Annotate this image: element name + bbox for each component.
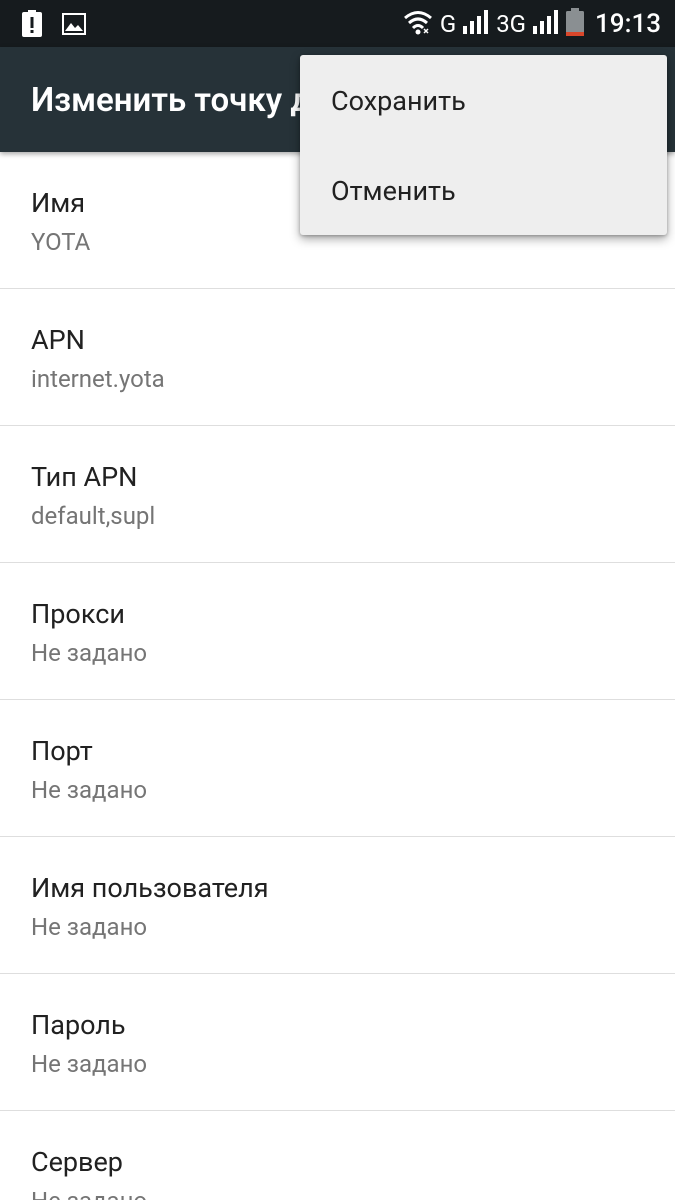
pref-summary: Не задано [31, 1187, 147, 1200]
pref-title: Тип APN [31, 461, 138, 493]
pref-title: Порт [31, 735, 93, 767]
pref-summary: Не задано [31, 1050, 148, 1078]
pref-title: Имя пользователя [31, 872, 269, 904]
signal-strength-icon [463, 9, 489, 38]
screen: G 3G 19:13 Изменить точку доступа Имя YO… [0, 0, 675, 1200]
signal-strength-icon-2 [533, 9, 559, 38]
pref-summary: YOTA [31, 228, 91, 256]
pref-apn-type[interactable]: Тип APN default,supl [0, 426, 675, 563]
status-bar-left [22, 10, 86, 41]
pref-title: Имя [31, 187, 86, 219]
pref-summary: Не задано [31, 776, 148, 804]
wifi-icon [403, 9, 433, 39]
pref-password[interactable]: Пароль Не задано [0, 974, 675, 1111]
pref-proxy[interactable]: Прокси Не задано [0, 563, 675, 700]
image-icon [62, 12, 86, 39]
pref-title: APN [31, 324, 85, 356]
overflow-menu: Сохранить Отменить [300, 55, 667, 235]
clock: 19:13 [595, 8, 661, 39]
status-bar: G 3G 19:13 [0, 0, 675, 47]
pref-summary: internet.yota [31, 365, 165, 393]
network-type-g: G [439, 9, 457, 38]
alert-icon [22, 10, 42, 41]
pref-apn[interactable]: APN internet.yota [0, 289, 675, 426]
pref-summary: default,supl [31, 502, 156, 530]
menu-item-cancel[interactable]: Отменить [300, 145, 667, 235]
pref-port[interactable]: Порт Не задано [0, 700, 675, 837]
battery-icon [566, 7, 585, 40]
pref-server[interactable]: Сервер Не задано [0, 1111, 675, 1200]
pref-username[interactable]: Имя пользователя Не задано [0, 837, 675, 974]
network-type-3g: 3G [496, 9, 527, 38]
menu-item-save[interactable]: Сохранить [300, 55, 667, 145]
pref-title: Сервер [31, 1146, 123, 1178]
pref-summary: Не задано [31, 639, 148, 667]
pref-title: Пароль [31, 1009, 126, 1041]
apn-settings-list: Имя YOTA APN internet.yota Тип APN defau… [0, 152, 675, 1200]
status-bar-right: G 3G 19:13 [403, 0, 661, 47]
pref-title: Прокси [31, 598, 125, 630]
menu-item-save-label: Сохранить [331, 85, 466, 117]
menu-item-cancel-label: Отменить [331, 175, 456, 207]
pref-summary: Не задано [31, 913, 148, 941]
